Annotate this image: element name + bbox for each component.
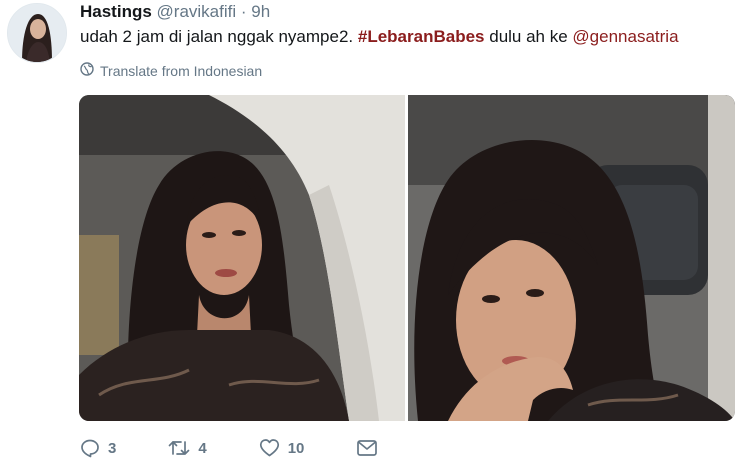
- reply-count: 3: [108, 439, 117, 457]
- tweet-actions: 3 4 10: [80, 438, 430, 458]
- author-name[interactable]: Hastings: [80, 2, 152, 21]
- tweet-text: udah 2 jam di jalan nggak nyampe2. #Leba…: [80, 27, 679, 47]
- translate-link[interactable]: Translate from Indonesian: [80, 62, 262, 80]
- like-button[interactable]: 10: [259, 438, 305, 458]
- tweet-text-part: udah 2 jam di jalan nggak nyampe2.: [80, 27, 354, 46]
- heart-icon: [259, 438, 280, 458]
- reply-icon: [80, 438, 100, 458]
- tweet-timestamp[interactable]: 9h: [251, 2, 270, 21]
- envelope-icon: [356, 439, 378, 457]
- reply-button[interactable]: 3: [80, 438, 116, 458]
- avatar[interactable]: [7, 3, 67, 63]
- tweet-text-part: dulu ah ke: [489, 27, 568, 46]
- retweet-count: 4: [198, 439, 207, 457]
- tweet-photo-2[interactable]: [408, 95, 735, 421]
- globe-icon: [80, 62, 94, 80]
- retweet-icon: [168, 438, 190, 458]
- tweet-photo-1[interactable]: [79, 95, 405, 421]
- like-count: 10: [287, 439, 305, 457]
- author-handle[interactable]: @ravikafifi: [157, 2, 237, 21]
- mention-link[interactable]: @gennasatria: [572, 27, 678, 46]
- separator-dot: ·: [240, 2, 247, 21]
- direct-message-button[interactable]: [356, 439, 378, 457]
- retweet-button[interactable]: 4: [168, 438, 207, 458]
- tweet-header: Hastings @ravikafifi · 9h: [80, 2, 270, 22]
- translate-label: Translate from Indonesian: [100, 63, 263, 79]
- hashtag-link[interactable]: #LebaranBabes: [358, 27, 485, 46]
